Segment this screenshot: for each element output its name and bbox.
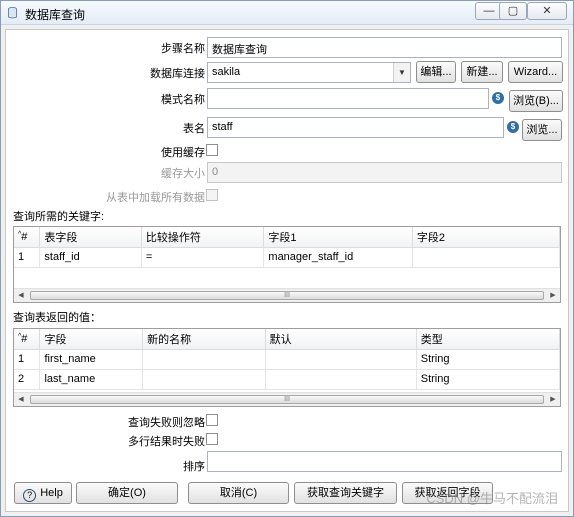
returns-header-type[interactable]: 类型 [416,329,560,350]
title-bar: 数据库查询 — ▢ ✕ [1,1,573,25]
get-query-keys-button[interactable]: 获取查询关键字 [294,482,397,504]
cancel-button[interactable]: 取消(C) [188,482,289,504]
returns-header-field[interactable]: 字段 [39,329,144,350]
keys-header-index[interactable]: ^# [14,227,41,248]
default-cell[interactable] [265,349,417,370]
wizard-button[interactable]: Wizard... [508,61,563,83]
help-label: Help [40,487,63,499]
connection-label: 数据库连接 [150,68,205,80]
keys-header-field2[interactable]: 字段2 [412,227,560,248]
keys-header-field1[interactable]: 字段1 [263,227,413,248]
use-cache-checkbox[interactable] [206,144,218,156]
dropdown-arrow-icon[interactable]: ▼ [393,63,410,82]
returns-header-new-name[interactable]: 新的名称 [142,329,266,350]
dialog-window: 数据库查询 — ▢ ✕ 步骤名称 数据库查询 数据库连接 sakila ▼ 编辑… [0,0,574,517]
row-index: 1 [14,247,41,268]
use-cache-label: 使用缓存 [161,147,205,159]
column-sort-icon: ^ [18,230,22,238]
table-row[interactable]: 1 staff_id = manager_staff_id [14,247,560,268]
returns-header-index[interactable]: ^# [14,329,41,350]
connection-select[interactable]: sakila ▼ [207,62,411,83]
scroll-left-icon[interactable]: ◀ [14,393,28,406]
variable-icon: $ [492,92,504,104]
new-name-cell[interactable] [142,369,266,390]
multi-fail-label: 多行结果时失败 [128,436,205,448]
load-all-checkbox[interactable] [206,189,218,201]
load-all-label: 从表中加载所有数据 [106,192,205,204]
fail-ignore-checkbox[interactable] [206,414,218,426]
ok-button[interactable]: 确定(O) [76,482,178,504]
order-label: 排序 [183,461,205,473]
edit-connection-button[interactable]: 编辑... [416,61,456,83]
cache-size-input[interactable]: 0 [207,162,562,183]
returns-header-default[interactable]: 默认 [265,329,417,350]
fail-ignore-label: 查询失败则忽略 [128,417,205,429]
scroll-thumb[interactable]: III [30,291,544,300]
multi-fail-checkbox[interactable] [206,433,218,445]
keys-horizontal-scrollbar[interactable]: ◀ III ▶ [14,288,560,302]
table-label: 表名 [183,123,205,135]
table-input[interactable]: staff [207,117,504,138]
type-cell[interactable]: String [416,369,560,390]
schema-input[interactable] [207,88,489,109]
step-name-label: 步骤名称 [161,43,205,55]
browse-schema-button[interactable]: 浏览(B)... [509,90,563,112]
returns-section-label: 查询表返回的值： [13,312,101,324]
field-cell[interactable]: first_name [39,349,144,370]
window-title: 数据库查询 [25,8,86,22]
scroll-left-icon[interactable]: ◀ [14,289,28,302]
returns-horizontal-scrollbar[interactable]: ◀ III ▶ [14,392,560,406]
default-cell[interactable] [265,369,417,390]
dialog-content: 步骤名称 数据库查询 数据库连接 sakila ▼ 编辑... 新建... Wi… [5,29,569,512]
field-cell[interactable]: last_name [39,369,144,390]
cache-size-label: 缓存大小 [161,168,205,180]
keys-header-table-field[interactable]: 表字段 [39,227,142,248]
scroll-right-icon[interactable]: ▶ [546,393,560,406]
returns-table: ^# 字段 新的名称 默认 类型 1 first_name String 2 l… [13,328,561,407]
browse-table-button[interactable]: 浏览... [522,119,562,141]
help-button[interactable]: ? Help [14,482,72,504]
maximize-button[interactable]: ▢ [499,2,527,20]
step-name-input[interactable]: 数据库查询 [207,37,562,58]
close-button[interactable]: ✕ [527,2,567,20]
database-icon [8,7,17,19]
schema-label: 模式名称 [161,94,205,106]
field1-cell[interactable]: manager_staff_id [263,247,413,268]
row-index: 2 [14,369,41,390]
keys-header-comparator[interactable]: 比较操作符 [141,227,265,248]
row-index: 1 [14,349,41,370]
order-input[interactable] [207,451,562,472]
watermark: CSDN @牛马不配流泪 [426,491,558,506]
new-name-cell[interactable] [142,349,266,370]
comparator-cell[interactable]: = [141,247,265,268]
variable-icon: $ [507,121,519,133]
help-icon: ? [23,489,37,502]
table-row[interactable]: 1 first_name String [14,349,560,370]
keys-table: ^# 表字段 比较操作符 字段1 字段2 1 staff_id = manage… [13,226,561,303]
new-connection-button[interactable]: 新建... [461,61,503,83]
table-row[interactable]: 2 last_name String [14,369,560,390]
type-cell[interactable]: String [416,349,560,370]
scroll-thumb[interactable]: III [30,395,544,404]
keys-section-label: 查询所需的关键字: [13,211,105,223]
table-field-cell[interactable]: staff_id [39,247,142,268]
column-sort-icon: ^ [18,332,22,340]
scroll-right-icon[interactable]: ▶ [546,289,560,302]
field2-cell[interactable] [412,247,560,268]
connection-value: sakila [212,66,241,78]
